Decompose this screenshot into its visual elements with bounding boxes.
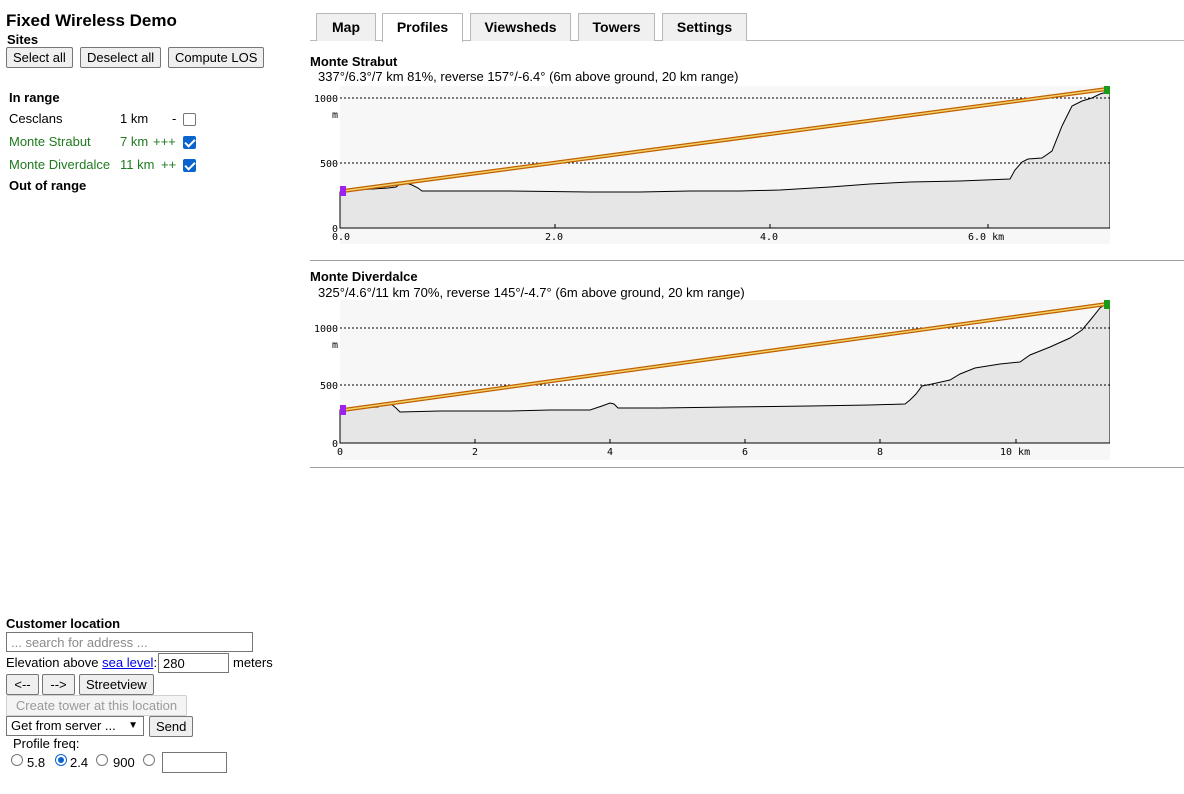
tab-map[interactable]: Map — [316, 13, 376, 41]
site-row-monte-diverdalce: Monte Diverdalce 11 km ++ — [9, 157, 199, 175]
sea-level-link[interactable]: sea level — [102, 655, 153, 670]
profile-title: Monte Diverdalce — [310, 269, 418, 284]
site-checkbox[interactable] — [183, 113, 196, 126]
x-tick-label: 2.0 — [545, 232, 563, 243]
profile-title: Monte Strabut — [310, 54, 398, 69]
x-tick-label: 8 — [877, 447, 883, 458]
x-tick-label: 4 — [607, 447, 613, 458]
chevron-down-icon: ▼ — [128, 720, 138, 731]
profile-divider — [310, 260, 1184, 261]
create-tower-button[interactable]: Create tower at this location — [6, 695, 187, 716]
site-name[interactable]: Monte Strabut — [9, 134, 91, 149]
elevation-profile-chart: 1000 m 500 0 0 2 4 6 8 10 km — [314, 300, 1110, 460]
freq-label: 900 — [113, 755, 135, 770]
site-quality: - — [172, 111, 177, 126]
site-name[interactable]: Monte Diverdalce — [9, 157, 110, 172]
x-tick-label: 2 — [472, 447, 478, 458]
site-checkbox[interactable] — [183, 136, 196, 149]
y-tick-label: 500 — [320, 381, 338, 392]
site-row-cesclans: Cesclans 1 km - — [9, 111, 199, 129]
elevation-profile-chart: 1000 m 500 0 0.0 2.0 4.0 6.0 km — [314, 86, 1110, 244]
tab-settings[interactable]: Settings — [662, 13, 747, 41]
start-marker — [340, 186, 346, 196]
x-tick-label: 0.0 — [332, 232, 350, 243]
y-tick-label: 1000 — [314, 94, 338, 105]
freq-radio-custom[interactable] — [143, 754, 155, 766]
app-title: Fixed Wireless Demo — [6, 11, 177, 30]
in-range-heading: In range — [9, 90, 60, 105]
x-tick-label: 10 km — [1000, 447, 1030, 458]
customer-location-heading: Customer location — [6, 616, 121, 631]
freq-radio-900[interactable] — [96, 754, 108, 766]
site-distance: 7 km — [120, 134, 149, 149]
server-select[interactable]: Get from server ... ▼ — [6, 716, 144, 736]
y-axis-unit: m — [332, 340, 338, 351]
site-row-monte-strabut: Monte Strabut 7 km +++ — [9, 134, 199, 152]
freq-radio-2-4[interactable] — [55, 754, 67, 766]
tab-viewsheds[interactable]: Viewsheds — [470, 13, 571, 41]
x-tick-label: 4.0 — [760, 232, 778, 243]
freq-radio-5-8[interactable] — [11, 754, 23, 766]
send-button[interactable]: Send — [149, 716, 194, 737]
select-all-button[interactable]: Select all — [6, 47, 73, 68]
site-distance: 11 km — [120, 157, 155, 172]
x-tick-label: 6 — [742, 447, 748, 458]
profile-summary: 325°/4.6°/11 km 70%, reverse 145°/-4.7° … — [318, 285, 745, 300]
profile-divider — [310, 467, 1184, 468]
profile-freq-label: Profile freq: — [13, 736, 80, 751]
custom-freq-input[interactable] — [162, 752, 227, 773]
deselect-all-button[interactable]: Deselect all — [80, 47, 162, 68]
compute-los-button[interactable]: Compute LOS — [168, 47, 265, 68]
site-name[interactable]: Cesclans — [9, 111, 62, 126]
previous-button[interactable]: <-- — [6, 674, 39, 695]
freq-label: 2.4 — [70, 755, 89, 770]
tab-towers[interactable]: Towers — [578, 13, 655, 41]
site-quality: ++ — [161, 157, 177, 172]
sites-heading: Sites — [7, 32, 39, 47]
freq-label: 5.8 — [27, 755, 46, 770]
profile-summary: 337°/6.3°/7 km 81%, reverse 157°/-6.4° (… — [318, 69, 739, 84]
start-marker — [340, 405, 346, 415]
sidebar: Fixed Wireless Demo Sites Select all Des… — [0, 0, 300, 794]
end-marker — [1104, 300, 1110, 309]
x-tick-label: 0 — [337, 447, 343, 458]
tab-profiles[interactable]: Profiles — [382, 13, 463, 42]
next-button[interactable]: --> — [42, 674, 75, 695]
elevation-unit: meters — [233, 655, 273, 670]
site-distance: 1 km — [120, 111, 149, 126]
end-marker — [1104, 86, 1110, 94]
y-tick-label: 500 — [320, 159, 338, 170]
y-tick-label: 1000 — [314, 324, 338, 335]
elevation-label: Elevation above sea level: — [6, 655, 158, 670]
out-of-range-heading: Out of range — [9, 178, 87, 193]
streetview-button[interactable]: Streetview — [79, 674, 154, 695]
y-axis-unit: m — [332, 110, 338, 121]
site-checkbox[interactable] — [183, 159, 196, 172]
elevation-input[interactable] — [158, 653, 229, 673]
x-tick-label: 6.0 km — [968, 232, 1004, 243]
site-quality: +++ — [153, 134, 176, 149]
address-search-input[interactable] — [6, 632, 253, 652]
